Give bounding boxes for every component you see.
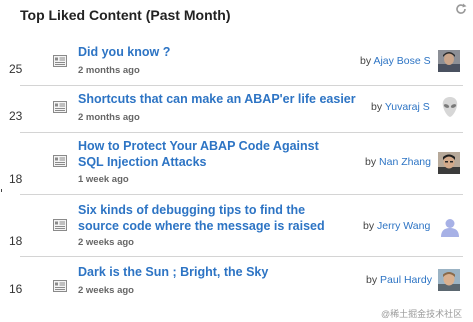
document-icon: [53, 155, 67, 167]
by-label: by: [366, 274, 378, 286]
author-byline: by Paul Hardy: [366, 274, 432, 286]
watermark-text: @稀土掘金技术社区: [381, 309, 463, 319]
stray-mark: [1, 189, 2, 192]
content-age: 2 weeks ago: [78, 237, 134, 248]
like-count: 25: [9, 62, 23, 76]
default-person-avatar[interactable]: [439, 216, 461, 238]
content-title-link[interactable]: Did you know ?: [78, 44, 346, 60]
widget-title: Top Liked Content (Past Month): [20, 7, 231, 23]
document-icon: [53, 55, 67, 67]
author-link[interactable]: Nan Zhang: [379, 156, 431, 168]
like-count: 23: [9, 109, 23, 123]
by-label: by: [363, 220, 375, 232]
author-link[interactable]: Paul Hardy: [380, 274, 432, 286]
row-divider: [20, 132, 463, 133]
document-icon: [53, 219, 67, 231]
author-link[interactable]: Ajay Bose S: [373, 55, 430, 67]
row-divider: [20, 194, 463, 195]
alien-avatar[interactable]: [440, 96, 460, 118]
content-title-link[interactable]: Six kinds of debugging tips to find the …: [78, 202, 348, 234]
document-icon: [53, 101, 67, 113]
author-link[interactable]: Jerry Wang: [377, 220, 430, 232]
content-age: 2 weeks ago: [78, 285, 134, 296]
by-label: by: [360, 55, 372, 67]
content-age: 1 week ago: [78, 174, 129, 185]
content-age: 2 months ago: [78, 65, 140, 76]
refresh-icon[interactable]: [455, 3, 467, 15]
content-title-link[interactable]: Dark is the Sun ; Bright, the Sky: [78, 264, 346, 280]
like-count: 16: [9, 282, 23, 296]
like-count: 18: [9, 234, 23, 248]
like-count: 18: [9, 172, 23, 186]
author-avatar[interactable]: [438, 50, 460, 72]
author-avatar[interactable]: [438, 152, 460, 174]
author-avatar[interactable]: [438, 269, 460, 291]
author-byline: by Ajay Bose S: [360, 55, 431, 67]
content-age: 2 months ago: [78, 112, 140, 123]
by-label: by: [365, 156, 377, 168]
row-divider: [20, 256, 463, 257]
by-label: by: [371, 101, 383, 113]
author-byline: by Yuvaraj S: [371, 101, 430, 113]
content-title-link[interactable]: Shortcuts that can make an ABAP'er life …: [78, 91, 368, 107]
document-icon: [53, 280, 67, 292]
content-title-link[interactable]: How to Protect Your ABAP Code Against SQ…: [78, 138, 346, 170]
author-link[interactable]: Yuvaraj S: [385, 101, 430, 113]
row-divider: [20, 85, 463, 86]
author-byline: by Nan Zhang: [365, 156, 431, 168]
author-byline: by Jerry Wang: [363, 220, 430, 232]
